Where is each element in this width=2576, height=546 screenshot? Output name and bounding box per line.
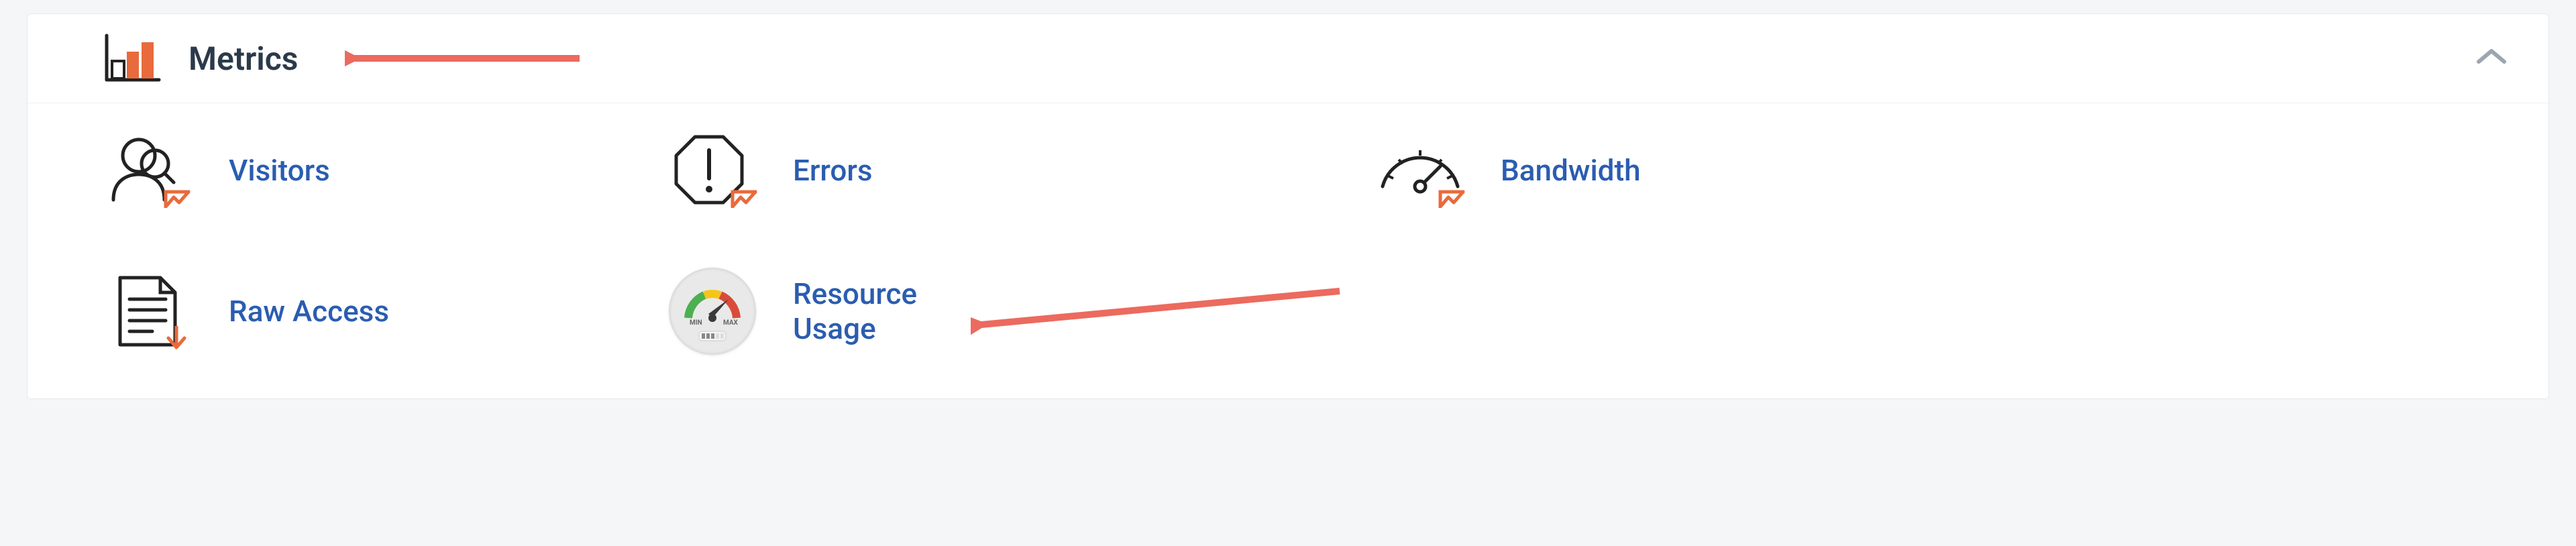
panel-header[interactable]: Metrics	[28, 14, 2548, 103]
metrics-panel: Metrics	[27, 13, 2549, 399]
rawaccess-icon	[101, 271, 195, 351]
item-label-resource: Resource Usage	[793, 276, 917, 346]
item-label-visitors: Visitors	[229, 153, 330, 188]
metrics-icon	[101, 33, 162, 84]
item-resource-usage[interactable]: MIN MAX Resource Usage	[665, 271, 1346, 351]
item-bandwidth[interactable]: Bandwidth	[1373, 130, 1911, 211]
svg-text:MIN: MIN	[690, 319, 702, 327]
annotation-arrow-title	[345, 45, 586, 72]
panel-body: Visitors	[28, 103, 2548, 398]
metrics-grid: Visitors	[101, 130, 2475, 351]
item-label-rawaccess: Raw Access	[229, 294, 389, 329]
panel-title: Metrics	[189, 40, 298, 78]
collapse-chevron-icon[interactable]	[2475, 47, 2508, 70]
item-rawaccess[interactable]: Raw Access	[101, 271, 639, 351]
annotation-arrow-resource	[971, 284, 1346, 338]
errors-icon	[665, 130, 759, 211]
bandwidth-icon	[1373, 130, 1467, 211]
item-errors[interactable]: Errors	[665, 130, 1346, 211]
item-label-errors: Errors	[793, 153, 873, 188]
panel-header-left: Metrics	[101, 33, 586, 84]
item-visitors[interactable]: Visitors	[101, 130, 639, 211]
svg-text:MAX: MAX	[723, 319, 739, 327]
empty-cell	[1937, 130, 2475, 211]
resource-usage-icon: MIN MAX	[665, 271, 759, 351]
visitors-icon	[101, 130, 195, 211]
item-label-bandwidth: Bandwidth	[1501, 153, 1641, 188]
